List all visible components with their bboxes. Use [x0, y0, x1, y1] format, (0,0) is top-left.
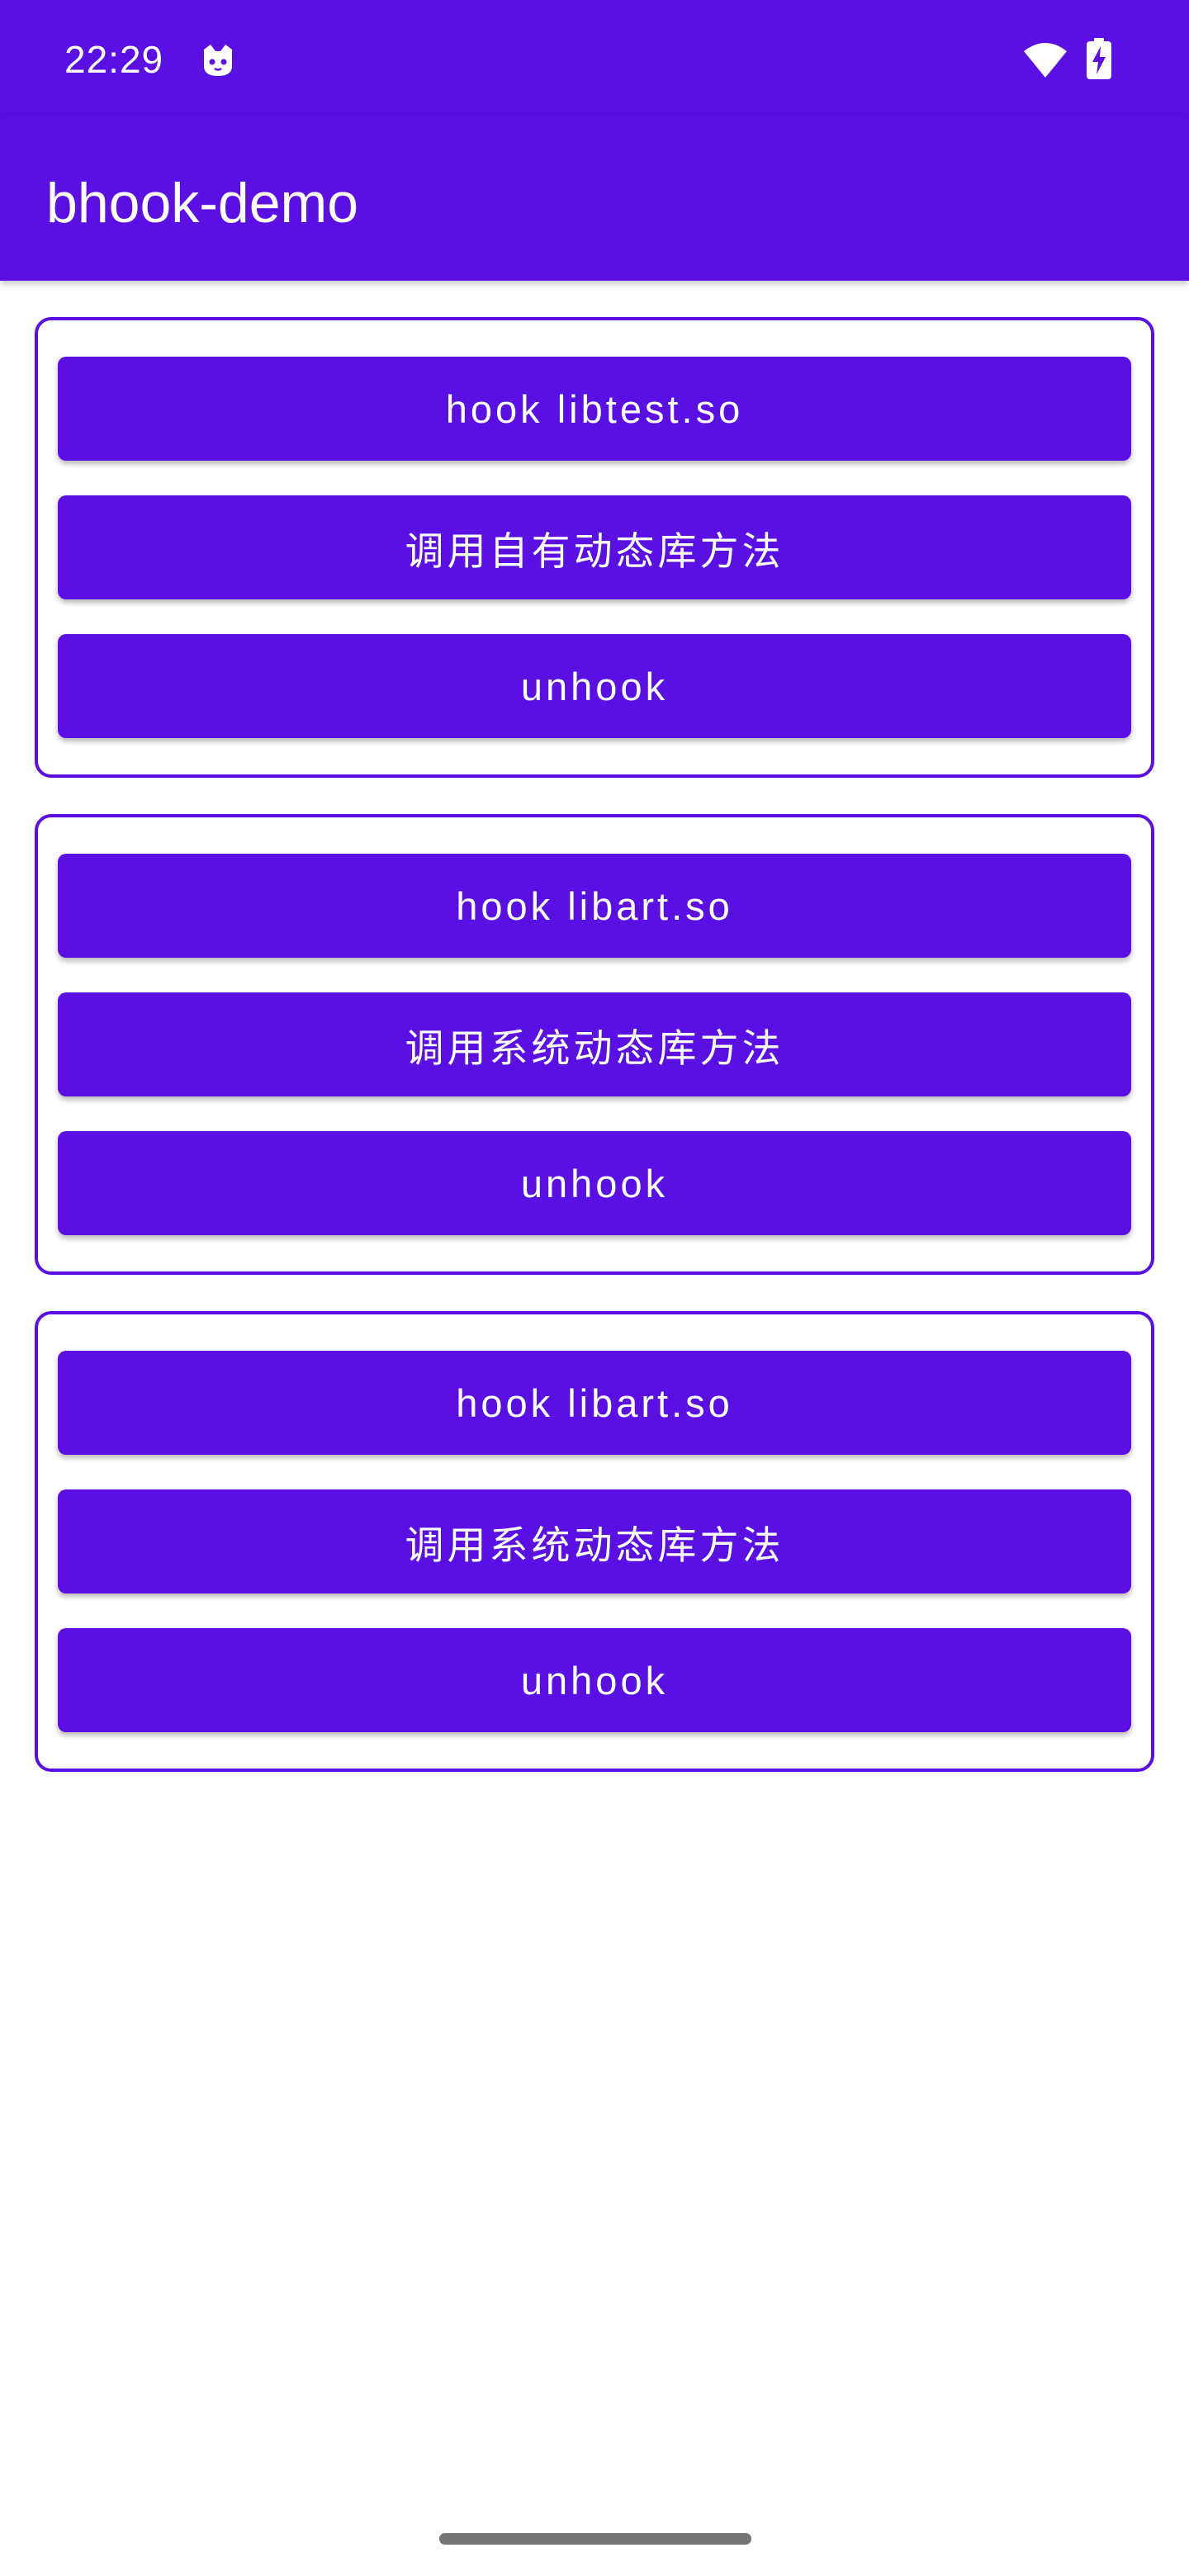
call-system-library-button[interactable]: 调用系统动态库方法: [58, 1489, 1131, 1593]
hook-group-card: hook libart.so 调用系统动态库方法 unhook: [35, 814, 1154, 1275]
status-bar: 22:29: [0, 0, 1189, 116]
hook-group-card: hook libart.so 调用系统动态库方法 unhook: [35, 1311, 1154, 1772]
hook-libtest-button[interactable]: hook libtest.so: [58, 357, 1131, 461]
call-own-library-button[interactable]: 调用自有动态库方法: [58, 495, 1131, 599]
hook-libart-button[interactable]: hook libart.so: [58, 854, 1131, 958]
home-indicator[interactable]: [439, 2533, 751, 2545]
battery-charging-icon: [1087, 38, 1111, 79]
call-system-library-button[interactable]: 调用系统动态库方法: [58, 992, 1131, 1096]
unhook-button[interactable]: unhook: [58, 634, 1131, 738]
hook-group-card: hook libtest.so 调用自有动态库方法 unhook: [35, 317, 1154, 778]
wifi-icon: [1024, 43, 1067, 78]
hook-libart-button[interactable]: hook libart.so: [58, 1351, 1131, 1455]
cat-notification-icon: [204, 45, 232, 76]
app-bar: bhook-demo: [0, 116, 1189, 281]
unhook-button[interactable]: unhook: [58, 1628, 1131, 1732]
app-title: bhook-demo: [46, 172, 359, 234]
unhook-button[interactable]: unhook: [58, 1131, 1131, 1235]
status-time: 22:29: [64, 38, 164, 81]
